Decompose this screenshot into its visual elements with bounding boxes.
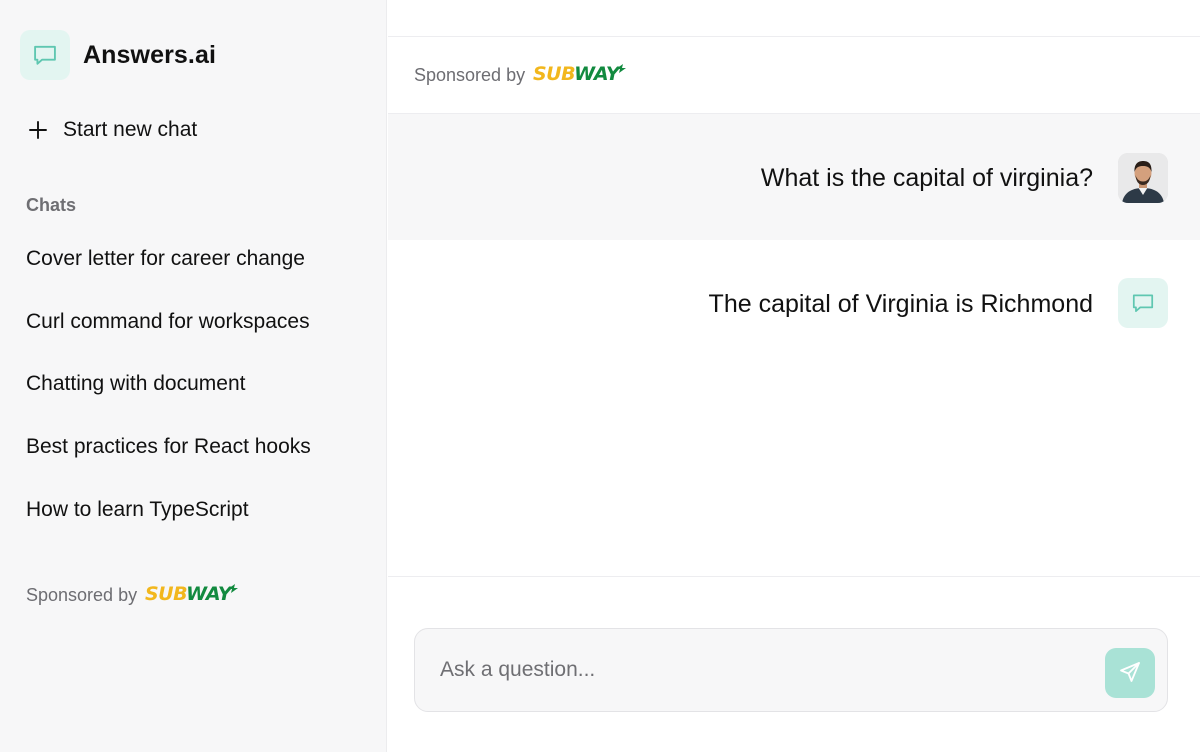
svg-text:SUBWAY: SUBWAY [145, 583, 234, 605]
chat-bubble-icon [1118, 278, 1168, 328]
question-input-box [414, 628, 1168, 712]
chat-list-item[interactable]: Cover letter for career change [26, 243, 311, 306]
chat-list-item[interactable]: Chatting with document [26, 368, 311, 431]
chat-list-item[interactable]: Curl command for workspaces [26, 306, 311, 369]
svg-text:SUBWAY: SUBWAY [533, 63, 622, 85]
app-root: Answers.ai Start new chat Chats Cover le… [0, 0, 1200, 752]
chat-main: Sponsored by SUBWAY What is the capital … [388, 0, 1200, 752]
chat-bubble-icon [20, 30, 70, 80]
send-icon [1118, 660, 1142, 687]
send-button[interactable] [1105, 648, 1155, 698]
subway-logo: SUBWAY [532, 61, 628, 90]
sidebar: Answers.ai Start new chat Chats Cover le… [0, 0, 387, 752]
chat-list-item[interactable]: Best practices for React hooks [26, 431, 311, 494]
start-new-chat-button[interactable]: Start new chat [26, 118, 197, 142]
assistant-message: The capital of Virginia is Richmond [388, 240, 1200, 576]
user-avatar [1118, 153, 1168, 203]
brand[interactable]: Answers.ai [20, 30, 216, 80]
assistant-message-text: The capital of Virginia is Richmond [708, 290, 1093, 318]
composer [388, 576, 1200, 752]
chat-list: Cover letter for career change Curl comm… [26, 243, 311, 556]
subway-logo: SUBWAY [144, 581, 240, 610]
sponsor: Sponsored by SUBWAY [414, 61, 628, 90]
chats-heading: Chats [26, 195, 77, 215]
main-sponsor-banner[interactable]: Sponsored by SUBWAY [388, 37, 1200, 114]
app-name: Answers.ai [83, 40, 217, 69]
sponsor-text: Sponsored by [26, 585, 138, 605]
user-message: What is the capital of virginia? [388, 114, 1200, 240]
question-input[interactable] [415, 629, 1095, 711]
user-message-text: What is the capital of virginia? [760, 164, 1093, 192]
plus-icon [26, 118, 50, 142]
start-new-chat-label: Start new chat [63, 118, 198, 141]
top-bar [388, 0, 1200, 37]
sidebar-sponsor[interactable]: Sponsored by SUBWAY [26, 581, 240, 610]
chat-list-item[interactable]: How to learn TypeScript [26, 494, 311, 557]
sponsor-text: Sponsored by [414, 64, 526, 85]
